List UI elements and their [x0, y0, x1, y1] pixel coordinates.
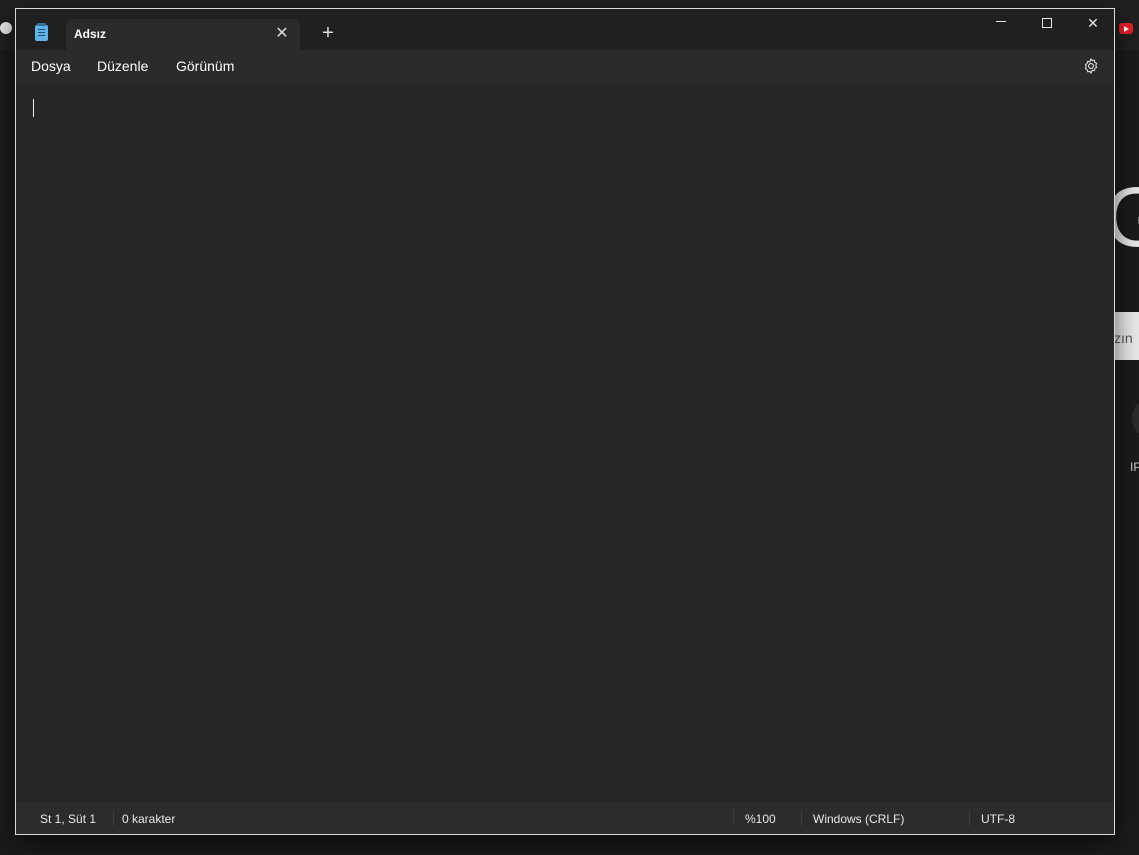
menu-view[interactable]: Görünüm — [176, 58, 234, 74]
cursor-position[interactable]: St 1, Süt 1 — [40, 812, 96, 826]
menu-bar: Dosya Düzenle Görünüm — [16, 50, 1114, 84]
shortcut-label-partial: IP — [1130, 460, 1139, 474]
close-icon: ✕ — [1087, 15, 1099, 31]
youtube-icon — [1119, 23, 1133, 34]
menu-edit[interactable]: Düzenle — [97, 58, 148, 74]
shortcut-tile-partial — [1132, 400, 1139, 436]
minimize-icon — [996, 21, 1006, 22]
notepad-window: Adsız ✕ + ✕ Dosya Düzenle Görünüm St 1, … — [15, 8, 1115, 835]
text-caret — [33, 99, 34, 117]
gear-icon — [1084, 58, 1098, 74]
minimize-button[interactable] — [978, 9, 1024, 39]
encoding[interactable]: UTF-8 — [981, 812, 1015, 826]
notepad-icon — [35, 23, 48, 41]
status-divider — [801, 810, 802, 826]
tab-close-icon[interactable]: ✕ — [273, 25, 291, 43]
maximize-button[interactable] — [1024, 9, 1070, 39]
menu-file[interactable]: Dosya — [31, 58, 71, 74]
tab-untitled[interactable]: Adsız ✕ — [66, 19, 300, 50]
google-search-placeholder-partial: zın — [1114, 330, 1133, 346]
zoom-level[interactable]: %100 — [745, 812, 776, 826]
tab-title: Adsız — [74, 27, 107, 41]
status-divider — [733, 810, 734, 826]
title-bar[interactable]: Adsız ✕ + ✕ — [16, 9, 1114, 50]
text-editor[interactable] — [16, 84, 1114, 802]
status-bar: St 1, Süt 1 0 karakter %100 Windows (CRL… — [16, 802, 1114, 834]
status-divider — [113, 810, 114, 826]
browser-reload-icon — [0, 22, 12, 34]
close-button[interactable]: ✕ — [1070, 9, 1116, 39]
character-count: 0 karakter — [122, 812, 176, 826]
settings-button[interactable] — [1082, 57, 1100, 75]
maximize-icon — [1042, 18, 1052, 28]
line-ending[interactable]: Windows (CRLF) — [813, 812, 904, 826]
status-divider — [969, 810, 970, 826]
new-tab-button[interactable]: + — [318, 23, 338, 43]
